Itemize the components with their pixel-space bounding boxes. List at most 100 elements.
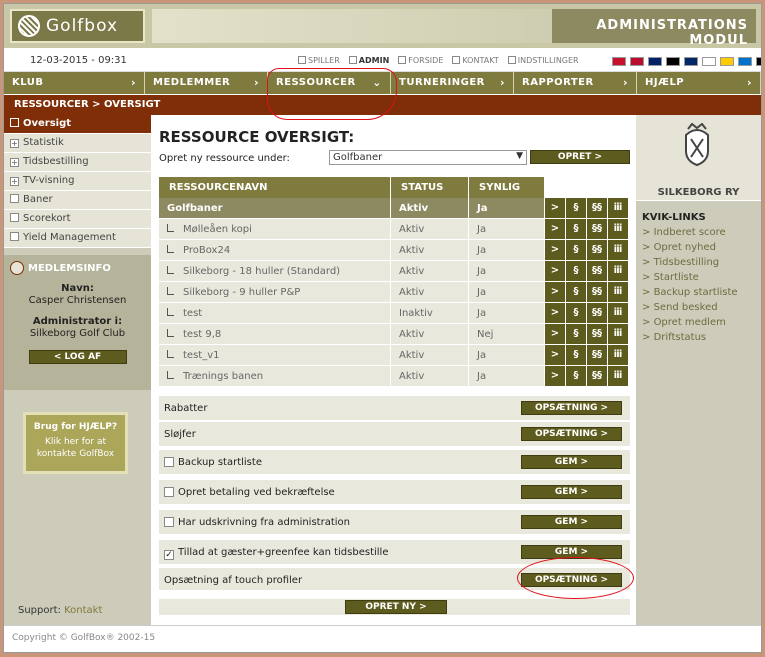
open-icon[interactable]: > <box>545 240 566 261</box>
flag-icon[interactable] <box>702 57 716 66</box>
option-button[interactable]: GEM > <box>521 485 622 499</box>
table-row[interactable]: test_v1 Aktiv Ja > § §§ ⅲ <box>159 345 629 366</box>
option-checkbox[interactable] <box>164 487 174 497</box>
delete-icon[interactable]: ⅲ <box>608 219 629 240</box>
delete-icon[interactable]: ⅲ <box>608 261 629 282</box>
resource-name[interactable]: test 9,8 <box>159 324 391 345</box>
delete-icon[interactable]: ⅲ <box>608 282 629 303</box>
util-link-spiller[interactable]: SPILLER <box>298 56 340 65</box>
quick-link[interactable]: > Driftstatus <box>642 330 761 345</box>
quick-link[interactable]: > Opret nyhed <box>642 240 761 255</box>
option-checkbox[interactable] <box>164 457 174 467</box>
paragraph-icon[interactable]: § <box>566 261 587 282</box>
sidebar-item-scorekort[interactable]: Scorekort <box>4 210 151 229</box>
help-box[interactable]: Brug for HJÆLP? Klik her for at kontakte… <box>23 412 128 474</box>
quick-link[interactable]: > Tidsbestilling <box>642 255 761 270</box>
paragraph-icon[interactable]: § <box>566 324 587 345</box>
support-contact-link[interactable]: Kontakt <box>64 605 102 616</box>
double-paragraph-icon[interactable]: §§ <box>587 303 608 324</box>
resource-name[interactable]: Golfbaner <box>159 198 391 219</box>
paragraph-icon[interactable]: § <box>566 198 587 219</box>
double-paragraph-icon[interactable]: §§ <box>587 345 608 366</box>
util-link-indstillinger[interactable]: INDSTILLINGER <box>507 56 579 65</box>
sidebar-item-yield-management[interactable]: Yield Management <box>4 229 151 248</box>
flag-icon[interactable] <box>666 57 680 66</box>
open-icon[interactable]: > <box>545 261 566 282</box>
resource-name[interactable]: Trænings banen <box>159 366 391 387</box>
util-link-admin[interactable]: ADMIN <box>348 56 389 65</box>
option-button[interactable]: GEM > <box>521 515 622 529</box>
option-checkbox[interactable] <box>164 517 174 527</box>
golfbox-logo[interactable]: Golfbox <box>10 9 145 43</box>
create-new-button[interactable]: OPRET NY > <box>345 600 447 614</box>
option-checkbox[interactable]: ✓ <box>164 550 174 560</box>
resource-name[interactable]: Mølleåen kopi <box>159 219 391 240</box>
table-group-row[interactable]: Golfbaner Aktiv Ja > § §§ ⅲ <box>159 198 629 219</box>
sidebar-item-tv-visning[interactable]: + TV-visning <box>4 172 151 191</box>
paragraph-icon[interactable]: § <box>566 345 587 366</box>
table-row[interactable]: Silkeborg - 18 huller (Standard) Aktiv Ja >… <box>159 261 629 282</box>
create-button[interactable]: OPRET > <box>530 150 630 164</box>
table-row[interactable]: test Inaktiv Ja > § §§ ⅲ <box>159 303 629 324</box>
flag-icon[interactable] <box>684 57 698 66</box>
open-icon[interactable]: > <box>545 198 566 219</box>
resource-type-select[interactable]: Golfbaner ▼ <box>329 150 527 165</box>
double-paragraph-icon[interactable]: §§ <box>587 261 608 282</box>
table-row[interactable]: Mølleåen kopi Aktiv Ja > § §§ ⅲ <box>159 219 629 240</box>
resource-name[interactable]: test_v1 <box>159 345 391 366</box>
open-icon[interactable]: > <box>545 219 566 240</box>
flag-icon[interactable] <box>738 57 752 66</box>
double-paragraph-icon[interactable]: §§ <box>587 219 608 240</box>
resource-name[interactable]: ProBox24 <box>159 240 391 261</box>
sidebar-item-oversigt[interactable]: Oversigt <box>4 115 151 134</box>
resource-name[interactable]: Silkeborg - 18 huller (Standard) <box>159 261 391 282</box>
delete-icon[interactable]: ⅲ <box>608 324 629 345</box>
double-paragraph-icon[interactable]: §§ <box>587 324 608 345</box>
paragraph-icon[interactable]: § <box>566 366 587 387</box>
resource-name[interactable]: test <box>159 303 391 324</box>
delete-icon[interactable]: ⅲ <box>608 198 629 219</box>
flag-icon[interactable] <box>756 57 761 66</box>
open-icon[interactable]: > <box>545 282 566 303</box>
quick-link[interactable]: > Backup startliste <box>642 285 761 300</box>
nav-hjælp[interactable]: HJÆLP › <box>637 72 761 94</box>
util-link-forside[interactable]: FORSIDE <box>398 56 443 65</box>
delete-icon[interactable]: ⅲ <box>608 345 629 366</box>
delete-icon[interactable]: ⅲ <box>608 240 629 261</box>
quick-link[interactable]: > Indberet score <box>642 225 761 240</box>
table-row[interactable]: Trænings banen Aktiv Ja > § §§ ⅲ <box>159 366 629 387</box>
delete-icon[interactable]: ⅲ <box>608 366 629 387</box>
logout-button[interactable]: < LOG AF <box>28 350 127 364</box>
flag-icon[interactable] <box>648 57 662 66</box>
option-button[interactable]: OPSÆTNING > <box>521 401 622 415</box>
open-icon[interactable]: > <box>545 345 566 366</box>
sidebar-item-baner[interactable]: Baner <box>4 191 151 210</box>
option-button[interactable]: OPSÆTNING > <box>521 427 622 441</box>
table-row[interactable]: ProBox24 Aktiv Ja > § §§ ⅲ <box>159 240 629 261</box>
flag-icon[interactable] <box>720 57 734 66</box>
open-icon[interactable]: > <box>545 324 566 345</box>
quick-link[interactable]: > Startliste <box>642 270 761 285</box>
nav-klub[interactable]: KLUB › <box>4 72 145 94</box>
nav-ressourcer[interactable]: RESSOURCER ⌄ <box>268 72 391 94</box>
option-button[interactable]: GEM > <box>521 545 622 559</box>
nav-turneringer[interactable]: TURNERINGER › <box>391 72 514 94</box>
open-icon[interactable]: > <box>545 303 566 324</box>
double-paragraph-icon[interactable]: §§ <box>587 366 608 387</box>
option-button[interactable]: GEM > <box>521 455 622 469</box>
double-paragraph-icon[interactable]: §§ <box>587 282 608 303</box>
quick-link[interactable]: > Send besked <box>642 300 761 315</box>
paragraph-icon[interactable]: § <box>566 303 587 324</box>
delete-icon[interactable]: ⅲ <box>608 303 629 324</box>
paragraph-icon[interactable]: § <box>566 219 587 240</box>
table-row[interactable]: test 9,8 Aktiv Nej > § §§ ⅲ <box>159 324 629 345</box>
nav-medlemmer[interactable]: MEDLEMMER › <box>145 72 268 94</box>
resource-name[interactable]: Silkeborg - 9 huller P&P <box>159 282 391 303</box>
sidebar-item-tidsbestilling[interactable]: + Tidsbestilling <box>4 153 151 172</box>
flag-icon[interactable] <box>630 57 644 66</box>
option-button[interactable]: OPSÆTNING > <box>521 573 622 587</box>
quick-link[interactable]: > Opret medlem <box>642 315 761 330</box>
double-paragraph-icon[interactable]: §§ <box>587 240 608 261</box>
paragraph-icon[interactable]: § <box>566 282 587 303</box>
nav-rapporter[interactable]: RAPPORTER › <box>514 72 637 94</box>
